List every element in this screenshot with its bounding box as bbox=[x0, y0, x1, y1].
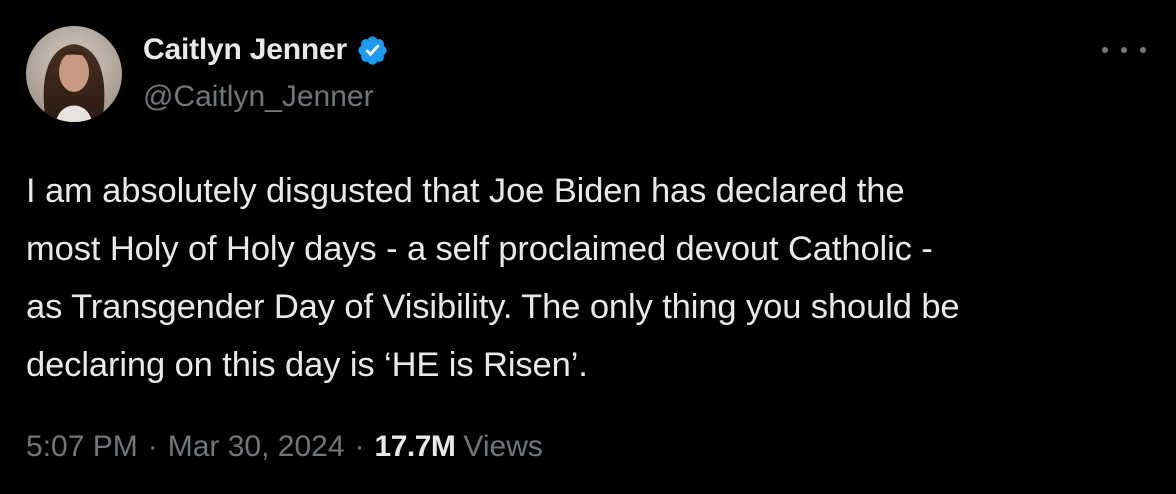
author-name-row: Caitlyn Jenner bbox=[143, 28, 389, 72]
avatar[interactable] bbox=[26, 26, 122, 122]
more-dot bbox=[1140, 47, 1146, 53]
more-dot bbox=[1102, 47, 1108, 53]
meta-separator: · bbox=[354, 430, 365, 463]
views-count[interactable]: 17.7M bbox=[375, 430, 456, 464]
tweet-meta: 5:07 PM · Mar 30, 2024 · 17.7M Views bbox=[26, 424, 543, 470]
more-dot bbox=[1121, 47, 1127, 53]
tweet-text: I am absolutely disgusted that Joe Biden… bbox=[26, 172, 960, 384]
author-handle[interactable]: @Caitlyn_Jenner bbox=[143, 80, 374, 114]
tweet-time[interactable]: 5:07 PM bbox=[26, 430, 138, 464]
avatar-image bbox=[26, 26, 122, 122]
display-name[interactable]: Caitlyn Jenner bbox=[143, 33, 347, 67]
more-options-icon[interactable] bbox=[1102, 38, 1146, 62]
tweet-card: Caitlyn Jenner @Caitlyn_Jenner I am abso… bbox=[0, 0, 1176, 494]
tweet-date[interactable]: Mar 30, 2024 bbox=[168, 430, 345, 464]
meta-separator: · bbox=[147, 430, 158, 463]
views-label[interactable]: Views bbox=[463, 430, 542, 464]
verified-badge-icon[interactable] bbox=[356, 34, 389, 67]
